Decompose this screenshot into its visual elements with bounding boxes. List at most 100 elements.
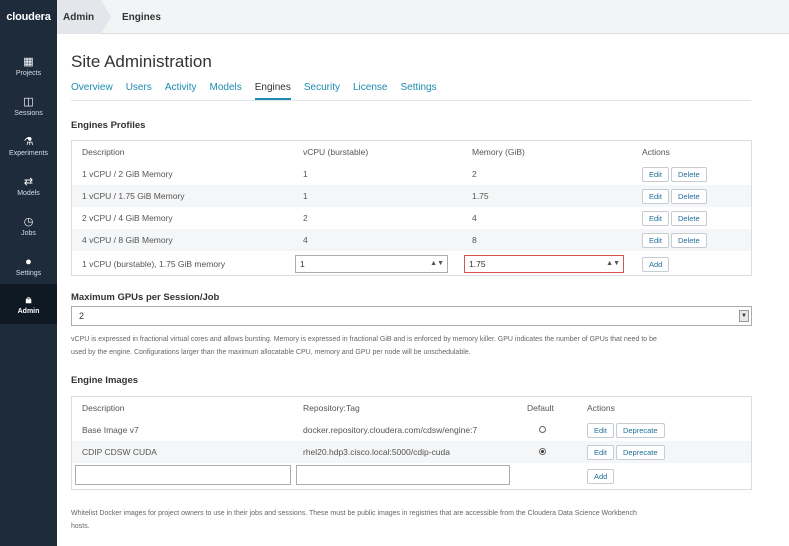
sidebar-item-label: Admin <box>17 307 40 315</box>
edit-button[interactable]: Edit <box>642 166 669 182</box>
breadcrumb-engines: Engines <box>122 11 161 23</box>
engine-images-title: Engine Images <box>71 375 139 386</box>
vcpu-input-value: 1 <box>300 259 305 269</box>
max-gpus-select[interactable]: 2 ▼ <box>71 306 752 326</box>
delete-button[interactable]: Delete <box>670 188 707 204</box>
spinner-icon[interactable]: ▲▼ <box>606 260 620 267</box>
sidebar-item-models[interactable]: ⇄ Models <box>0 166 57 206</box>
table-row: CDIP CDSW CUDA rhel20.hdp3.cisco.local:5… <box>72 441 751 463</box>
default-radio[interactable] <box>539 426 546 433</box>
deprecate-button[interactable]: Deprecate <box>615 444 665 460</box>
column-header: Description <box>82 403 125 413</box>
lock-icon: 🔒︎ <box>25 293 32 306</box>
flask-icon: ⚗ <box>23 135 34 148</box>
add-image-button[interactable]: Add <box>587 468 615 484</box>
edit-button[interactable]: Edit <box>642 210 669 226</box>
profile-memory: 8 <box>462 229 632 251</box>
vcpu-input[interactable]: 1 ▲▼ <box>295 255 448 273</box>
brand-logo[interactable]: cloudera <box>0 0 57 34</box>
column-header: Actions <box>587 403 615 413</box>
sidebar: ▦ Projects ◫ Sessions ⚗ Experiments ⇄ Mo… <box>0 34 57 546</box>
new-image-repository-input[interactable] <box>296 465 510 485</box>
breadcrumb-admin[interactable]: Admin <box>57 0 101 34</box>
breadcrumb-separator <box>101 0 111 34</box>
table-header-row: Description vCPU (burstable) Memory (GiB… <box>72 141 751 163</box>
delete-button[interactable]: Delete <box>670 210 707 226</box>
sidebar-item-label: Jobs <box>21 229 36 237</box>
help-line: Whitelist Docker images for project owne… <box>71 510 637 517</box>
column-header: Description <box>82 147 125 157</box>
tab-engines[interactable]: Engines <box>254 82 291 100</box>
sidebar-item-admin[interactable]: 🔒︎ Admin <box>0 284 57 324</box>
profile-description: 1 vCPU / 2 GiB Memory <box>82 169 173 179</box>
resources-help-text: vCPU is expressed in fractional virtual … <box>71 333 761 359</box>
engine-images-table: Description Repository:Tag Default Actio… <box>72 397 751 489</box>
help-line: vCPU is expressed in fractional virtual … <box>71 336 657 343</box>
image-description: CDIP CDSW CUDA <box>72 441 293 463</box>
image-repository: rhel20.hdp3.cisco.local:5000/cdip-cuda <box>293 441 527 463</box>
default-radio[interactable] <box>539 448 546 455</box>
profile-memory: 4 <box>472 213 477 223</box>
new-profile-description: 1 vCPU (burstable), 1.75 GiB memory <box>82 259 226 269</box>
sidebar-item-projects[interactable]: ▦ Projects <box>0 46 57 86</box>
deprecate-button[interactable]: Deprecate <box>615 422 665 438</box>
column-header: Actions <box>642 147 670 157</box>
profile-vcpu: 2 <box>303 213 308 223</box>
sidebar-item-label: Settings <box>15 269 42 277</box>
sidebar-item-label: Projects <box>15 69 42 77</box>
image-description: Base Image v7 <box>82 425 139 435</box>
profile-memory: 2 <box>472 169 477 179</box>
delete-button[interactable]: Delete <box>670 166 707 182</box>
sidebar-item-settings[interactable]: ● Settings <box>0 246 57 286</box>
page-title: Site Administration <box>71 52 212 71</box>
chevron-down-icon[interactable]: ▼ <box>739 310 749 322</box>
grid-icon: ▦ <box>23 55 34 68</box>
images-help-text: Whitelist Docker images for project owne… <box>71 507 761 533</box>
tab-models[interactable]: Models <box>209 82 241 100</box>
profile-description: 1 vCPU / 1.75 GiB Memory <box>72 185 293 207</box>
sidebar-item-jobs[interactable]: ◷ Jobs <box>0 206 57 246</box>
user-icon: ● <box>25 255 32 268</box>
delete-button[interactable]: Delete <box>670 232 707 248</box>
tab-security[interactable]: Security <box>304 82 340 100</box>
new-image-row: Add <box>72 463 751 489</box>
top-bar: cloudera Admin Engines <box>0 0 789 34</box>
profile-description: 4 vCPU / 8 GiB Memory <box>72 229 293 251</box>
edit-button[interactable]: Edit <box>642 188 669 204</box>
sidebar-item-experiments[interactable]: ⚗ Experiments <box>0 126 57 166</box>
sidebar-item-sessions[interactable]: ◫ Sessions <box>0 86 57 126</box>
engine-profiles-table: Description vCPU (burstable) Memory (GiB… <box>72 141 751 277</box>
engine-profiles-title: Engines Profiles <box>71 120 146 131</box>
spinner-icon[interactable]: ▲▼ <box>430 260 444 267</box>
memory-input-value: 1.75 <box>469 259 486 269</box>
table-row: 1 vCPU / 1.75 GiB Memory 1 1.75 Edit Dele… <box>72 185 751 207</box>
sidebar-item-label: Experiments <box>9 149 48 157</box>
help-line: used by the engine. Configurations large… <box>71 349 471 356</box>
profile-description: 2 vCPU / 4 GiB Memory <box>82 213 173 223</box>
edit-button[interactable]: Edit <box>587 444 614 460</box>
tab-license[interactable]: License <box>353 82 387 100</box>
tab-users[interactable]: Users <box>126 82 152 100</box>
profile-vcpu: 4 <box>293 229 462 251</box>
column-header: Default <box>527 403 554 413</box>
new-profile-row: 1 vCPU (burstable), 1.75 GiB memory 1 ▲▼ … <box>72 251 751 277</box>
profile-vcpu: 1 <box>293 185 462 207</box>
add-profile-button[interactable]: Add <box>642 256 670 272</box>
image-repository: docker.repository.cloudera.com/cdsw/engi… <box>303 425 478 435</box>
tab-overview[interactable]: Overview <box>71 82 113 100</box>
sidebar-item-label: Sessions <box>14 109 43 117</box>
column-header: vCPU (burstable) <box>303 147 369 157</box>
table-row: 4 vCPU / 8 GiB Memory 4 8 Edit Delete <box>72 229 751 251</box>
memory-input[interactable]: 1.75 ▲▼ <box>464 255 624 273</box>
sessions-icon: ◫ <box>23 95 34 108</box>
tab-settings[interactable]: Settings <box>400 82 436 100</box>
edit-button[interactable]: Edit <box>587 422 614 438</box>
table-row: 2 vCPU / 4 GiB Memory 2 4 Edit Delete <box>72 207 751 229</box>
table-row: 1 vCPU / 2 GiB Memory 1 2 Edit Delete <box>72 163 751 185</box>
tab-activity[interactable]: Activity <box>165 82 197 100</box>
admin-tabs: Overview Users Activity Models Engines S… <box>71 82 450 100</box>
column-header: Memory (GiB) <box>472 147 525 157</box>
new-image-description-input[interactable] <box>75 465 291 485</box>
clock-icon: ◷ <box>23 215 34 228</box>
edit-button[interactable]: Edit <box>642 232 669 248</box>
